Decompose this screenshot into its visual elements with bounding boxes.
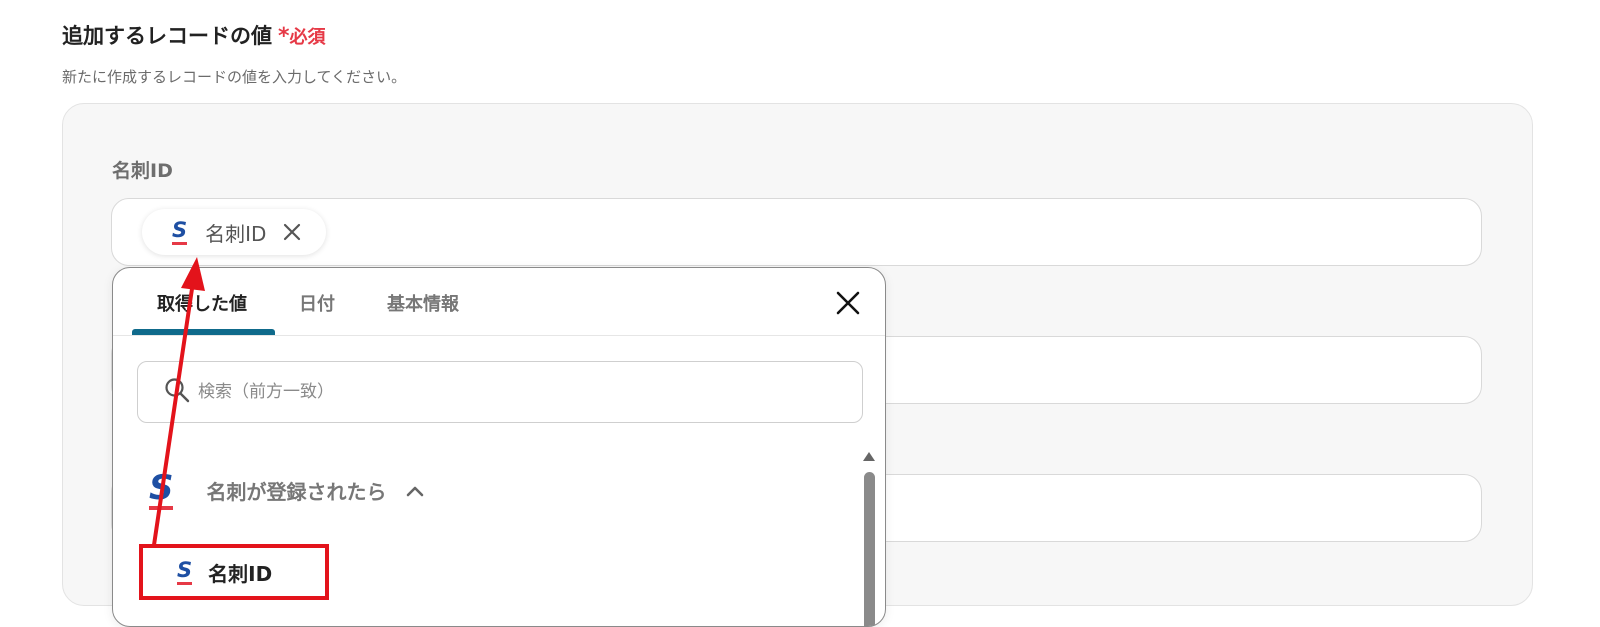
value-chip[interactable]: S 名刺ID xyxy=(142,209,326,255)
search-box xyxy=(137,361,863,423)
close-icon[interactable] xyxy=(835,290,861,320)
tab-acquired-values[interactable]: 取得した値 xyxy=(157,290,247,316)
required-star: * xyxy=(278,24,290,49)
scrollbar-thumb[interactable] xyxy=(864,472,875,626)
tab-date[interactable]: 日付 xyxy=(299,290,335,316)
section-description: 新たに作成するレコードの値を入力してください。 xyxy=(62,68,407,86)
scroll-up-icon[interactable] xyxy=(863,452,875,461)
section-title: 追加するレコードの値 *必須 xyxy=(62,20,326,50)
scrollbar[interactable] xyxy=(860,450,878,626)
sansan-logo-letter: S xyxy=(172,217,188,242)
sansan-logo-icon: S xyxy=(177,557,193,585)
required-label: 必須 xyxy=(289,27,326,48)
section-title-text: 追加するレコードの値 xyxy=(62,24,272,48)
chip-label: 名刺ID xyxy=(205,221,267,246)
group-header[interactable]: S 名刺が登録されたら xyxy=(149,471,425,510)
close-icon[interactable] xyxy=(282,222,302,242)
popover-tabs: 取得した値 日付 基本情報 xyxy=(113,268,885,336)
list-item-meishi-id[interactable]: S 名刺ID xyxy=(139,544,329,600)
sansan-logo-letter: S xyxy=(149,468,174,508)
value-picker-popover: 取得した値 日付 基本情報 S 名刺が登録されたら S 名刺ID xyxy=(112,267,886,627)
sansan-logo-letter: S xyxy=(177,557,193,582)
field-label-meishi-id: 名刺ID xyxy=(112,160,173,182)
list-item-label: 名刺ID xyxy=(208,561,273,586)
search-icon xyxy=(164,377,190,407)
active-tab-indicator xyxy=(132,329,275,335)
tab-basic-info[interactable]: 基本情報 xyxy=(387,290,459,316)
chevron-up-icon[interactable] xyxy=(405,484,425,498)
sansan-logo-icon: S xyxy=(149,471,174,510)
search-input[interactable] xyxy=(196,381,800,403)
sansan-logo-icon: S xyxy=(172,217,188,245)
group-label: 名刺が登録されたら xyxy=(206,480,387,504)
